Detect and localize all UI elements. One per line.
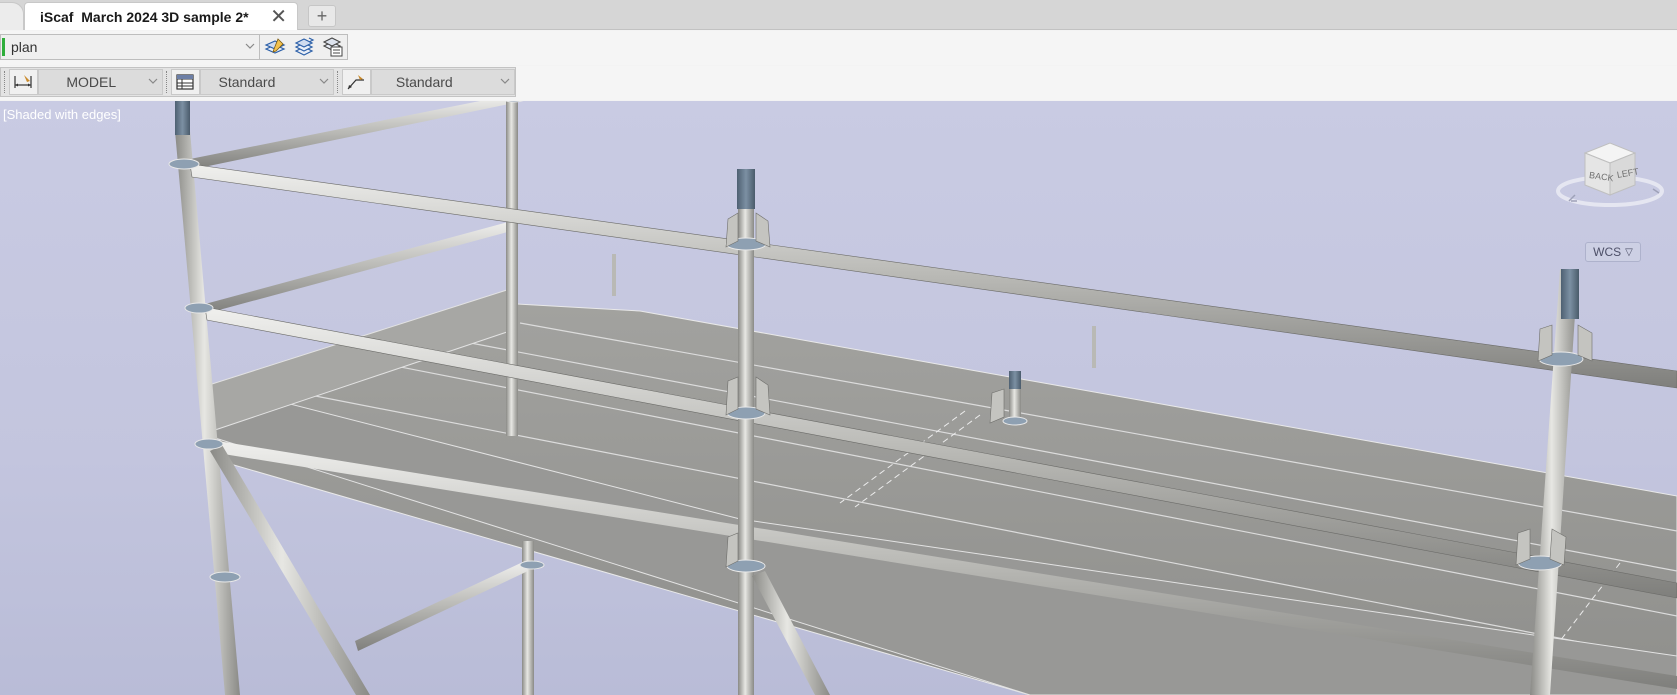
rosette bbox=[519, 560, 545, 570]
scaffold-3d-model bbox=[168, 101, 1677, 695]
layer-dropdown[interactable]: plan bbox=[0, 34, 260, 60]
inner-standard-cap bbox=[1009, 371, 1021, 389]
table-style-dropdown-value: Standard bbox=[218, 74, 276, 90]
dimension-style-button[interactable] bbox=[8, 69, 38, 95]
document-tab-bar: iScaf March 2024 3D sample 2* ✕ + bbox=[0, 0, 1677, 30]
small-post bbox=[1092, 326, 1096, 368]
toolbar-grip[interactable] bbox=[165, 71, 168, 93]
toolbar-grip[interactable] bbox=[4, 71, 6, 93]
chevron-down-icon bbox=[144, 76, 162, 88]
document-tab-title: iScaf March 2024 3D sample 2* bbox=[40, 8, 249, 25]
visual-style-label[interactable]: [Shaded with edges] bbox=[3, 107, 121, 122]
layer-states-button[interactable] bbox=[292, 36, 316, 58]
chevron-down-icon bbox=[496, 76, 514, 88]
layer-properties-icon bbox=[264, 38, 285, 54]
viewcube[interactable]: BACK LEFT bbox=[1555, 139, 1665, 219]
start-tab[interactable] bbox=[0, 2, 24, 30]
rear-standard bbox=[506, 101, 518, 436]
chevron-down-icon: ▽ bbox=[1625, 246, 1633, 258]
plus-icon: + bbox=[316, 5, 328, 26]
table-style-dropdown[interactable]: Standard bbox=[199, 69, 335, 95]
space-dropdown-value: MODEL bbox=[66, 74, 117, 90]
styles-toolbar: MODEL Standard Standard bbox=[0, 66, 1677, 100]
layer-states-icon bbox=[294, 37, 314, 56]
layer-tools-group bbox=[260, 34, 348, 60]
dimension-style-icon bbox=[14, 75, 32, 88]
rear-guard-rail bbox=[190, 101, 509, 169]
ucs-menu-button[interactable]: WCS ▽ bbox=[1585, 242, 1641, 262]
styles-toolbar-strip: MODEL Standard Standard bbox=[0, 67, 516, 97]
layers-toolbar: plan bbox=[0, 31, 1677, 65]
multileader-style-button[interactable] bbox=[341, 69, 371, 95]
multileader-style-dropdown[interactable]: Standard bbox=[370, 69, 515, 95]
rosette bbox=[209, 571, 241, 583]
left-standard-cap bbox=[175, 101, 190, 135]
rosette bbox=[184, 302, 214, 314]
lower-brace bbox=[355, 561, 528, 651]
space-dropdown[interactable]: MODEL bbox=[37, 69, 163, 95]
middle-standard-cap bbox=[737, 169, 755, 209]
chevron-down-icon bbox=[315, 76, 333, 88]
rosette bbox=[194, 438, 224, 450]
drawing-viewport[interactable]: [Shaded with edges] BACK LEFT WCS ▽ bbox=[0, 101, 1677, 695]
table-style-icon bbox=[176, 74, 194, 90]
chevron-down-icon bbox=[241, 41, 259, 53]
rear-mid-rail bbox=[205, 221, 515, 313]
layer-color-swatch bbox=[2, 38, 5, 56]
tab-document[interactable]: iScaf March 2024 3D sample 2* ✕ bbox=[24, 2, 298, 30]
ucs-label: WCS bbox=[1593, 245, 1622, 259]
multileader-style-icon bbox=[347, 75, 365, 90]
rosette bbox=[168, 158, 200, 170]
layer-list-icon bbox=[322, 37, 342, 57]
table-style-button[interactable] bbox=[170, 69, 200, 95]
small-post bbox=[612, 254, 616, 296]
right-standard-cap bbox=[1561, 269, 1579, 319]
layer-list-button[interactable] bbox=[321, 36, 345, 58]
layer-dropdown-value: plan bbox=[11, 39, 38, 55]
multileader-style-dropdown-value: Standard bbox=[395, 74, 453, 90]
layer-properties-button[interactable] bbox=[263, 36, 287, 58]
new-tab-button[interactable]: + bbox=[308, 5, 336, 27]
close-tab-icon[interactable]: ✕ bbox=[270, 5, 287, 29]
rosette bbox=[1002, 416, 1028, 426]
toolbar-grip[interactable] bbox=[337, 71, 339, 93]
